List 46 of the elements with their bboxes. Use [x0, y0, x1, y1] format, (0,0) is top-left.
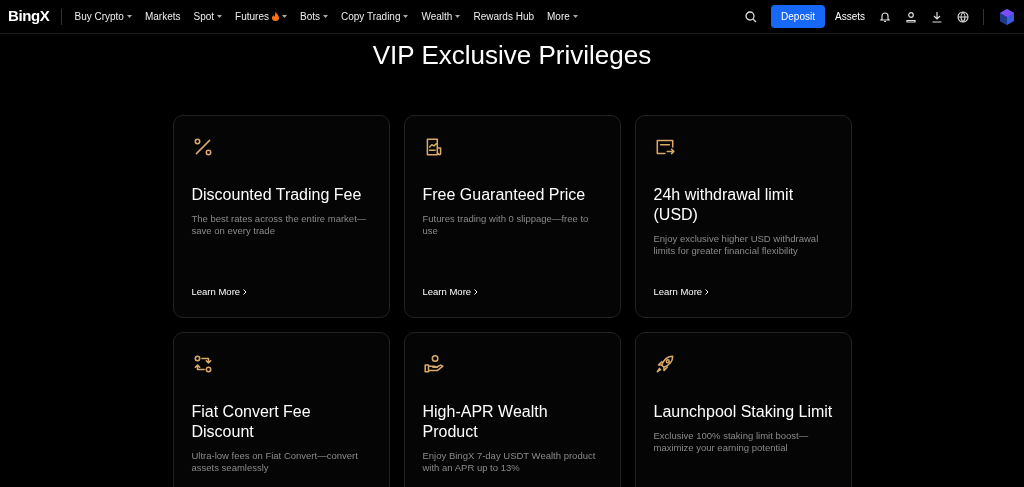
nav-item[interactable]: Buy Crypto — [74, 9, 132, 24]
nav-item[interactable]: More — [547, 9, 578, 24]
card-description: The best rates across the entire market—save on every trade — [191, 213, 368, 237]
download-icon[interactable] — [931, 10, 943, 23]
card-title: Discounted Trading Fee — [191, 185, 363, 205]
caret-icon — [282, 15, 287, 18]
caret-icon — [323, 15, 328, 18]
caret-icon — [403, 15, 409, 18]
card-title: Free Guaranteed Price — [422, 185, 587, 205]
card-description: Ultra-low fees on Fiat Convert—convert assets seamlessly — [191, 450, 359, 474]
card-title: Fiat Convert Fee Discount — [191, 402, 312, 442]
user-icon[interactable] — [905, 10, 917, 23]
card-description: Enjoy BingX 7-day USDT Wealth product with an APR up to 13% — [422, 450, 597, 474]
logo[interactable]: BingX — [8, 5, 50, 28]
nav-item[interactable]: Spot — [193, 9, 223, 24]
card-description: Futures trading with 0 slippage—free to use — [422, 213, 590, 237]
section-heading: VIP Exclusive Privileges — [371, 39, 653, 72]
card-title: Launchpool Staking Limit — [653, 402, 833, 422]
flame-icon — [272, 12, 279, 21]
nav-item[interactable]: Wealth — [421, 9, 461, 24]
chevron-icon — [474, 288, 479, 295]
nav-item[interactable]: Rewards Hub — [473, 9, 535, 24]
learn-more-link[interactable]: Learn More — [422, 284, 602, 299]
hand-coin-icon — [422, 353, 445, 375]
caret-icon — [217, 15, 223, 18]
card-title: 24h withdrawal limit (USD) — [653, 185, 795, 225]
learn-more-link[interactable]: Learn More — [653, 284, 833, 299]
card-description: Enjoy exclusive higher USD withdrawal limits for greater financial flexibility — [653, 233, 820, 257]
caret-icon — [455, 15, 461, 18]
deposit-button[interactable]: Deposit — [771, 5, 825, 28]
learn-more-link[interactable]: Learn More — [191, 284, 371, 299]
chevron-icon — [243, 288, 248, 295]
nav-item[interactable]: Markets — [144, 9, 181, 24]
assets-link[interactable]: Assets — [835, 9, 865, 24]
nav-item[interactable]: Futures — [235, 9, 287, 24]
search-icon[interactable] — [745, 10, 758, 23]
card-title: High-APR Wealth Product — [422, 402, 549, 442]
chevron-icon — [705, 288, 710, 295]
caret-icon — [126, 15, 132, 18]
caret-icon — [572, 15, 578, 18]
globe-icon[interactable] — [957, 10, 969, 23]
nav-item[interactable]: Copy Trading — [341, 9, 409, 24]
nav-item[interactable]: Bots — [300, 9, 328, 24]
card-description: Exclusive 100% staking limit boost—maximize your earning potential — [653, 430, 810, 454]
avatar-icon[interactable] — [998, 7, 1016, 26]
bell-icon[interactable] — [879, 10, 891, 23]
